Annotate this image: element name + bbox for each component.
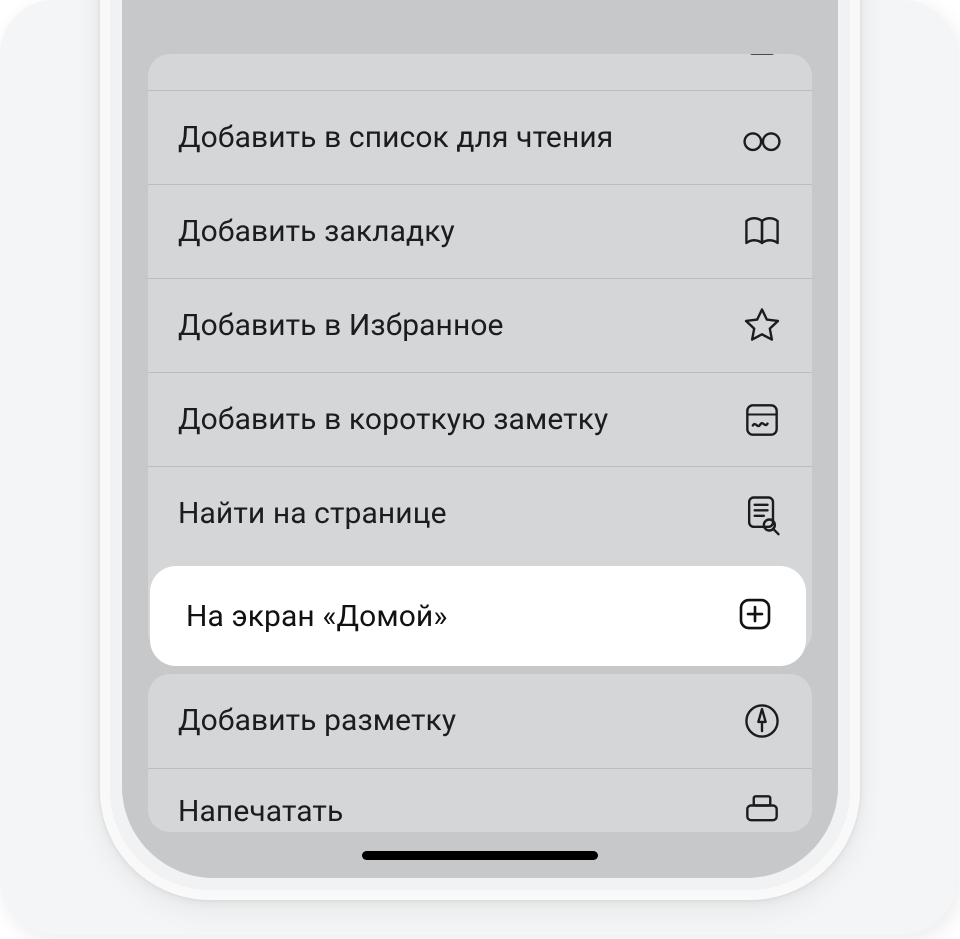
action-label: Добавить в список для чтения — [178, 119, 738, 157]
text-bookmark-icon — [738, 54, 786, 62]
background-card: Добавить в список для чтения — [0, 0, 956, 935]
phone-frame: Добавить в список для чтения — [100, 0, 860, 900]
action-label: Добавить закладку — [178, 213, 738, 251]
action-row-find-on-page[interactable]: Найти на странице — [148, 466, 812, 560]
action-label: Напечатать — [178, 793, 738, 831]
quick-note-icon — [738, 396, 786, 444]
printer-icon — [738, 787, 786, 832]
stage: Добавить в список для чтения — [0, 0, 960, 939]
action-row-quick-note[interactable]: Добавить в короткую заметку — [148, 372, 812, 466]
book-icon — [738, 208, 786, 256]
plus-square-icon — [734, 593, 776, 639]
action-label: Добавить разметку — [178, 702, 738, 740]
action-row-partial-top[interactable] — [148, 54, 812, 90]
action-row-reading-list[interactable]: Добавить в список для чтения — [148, 90, 812, 184]
action-row-add-favorites[interactable]: Добавить в Избранное — [148, 278, 812, 372]
action-group-1: Добавить в список для чтения — [148, 54, 812, 654]
action-label: Добавить в Избранное — [178, 307, 738, 345]
find-on-page-icon — [738, 490, 786, 538]
share-sheet: Добавить в список для чтения — [148, 0, 812, 852]
glasses-icon — [738, 114, 786, 162]
share-sheet-screen: Добавить в список для чтения — [122, 0, 838, 878]
home-indicator — [362, 851, 598, 860]
action-row-add-bookmark[interactable]: Добавить закладку — [148, 184, 812, 278]
action-label: Добавить в короткую заметку — [178, 401, 738, 439]
star-icon — [738, 302, 786, 350]
action-row-print[interactable]: Напечатать — [148, 768, 812, 832]
action-row-add-to-home[interactable]: На экран «Домой» — [150, 566, 806, 666]
action-label: Найти на странице — [178, 495, 738, 533]
action-label: На экран «Домой» — [186, 599, 448, 634]
markup-icon — [738, 697, 786, 745]
action-group-2: Добавить разметку — [148, 674, 812, 832]
action-row-markup[interactable]: Добавить разметку — [148, 674, 812, 768]
phone-screen-clip: Добавить в список для чтения — [122, 0, 838, 878]
